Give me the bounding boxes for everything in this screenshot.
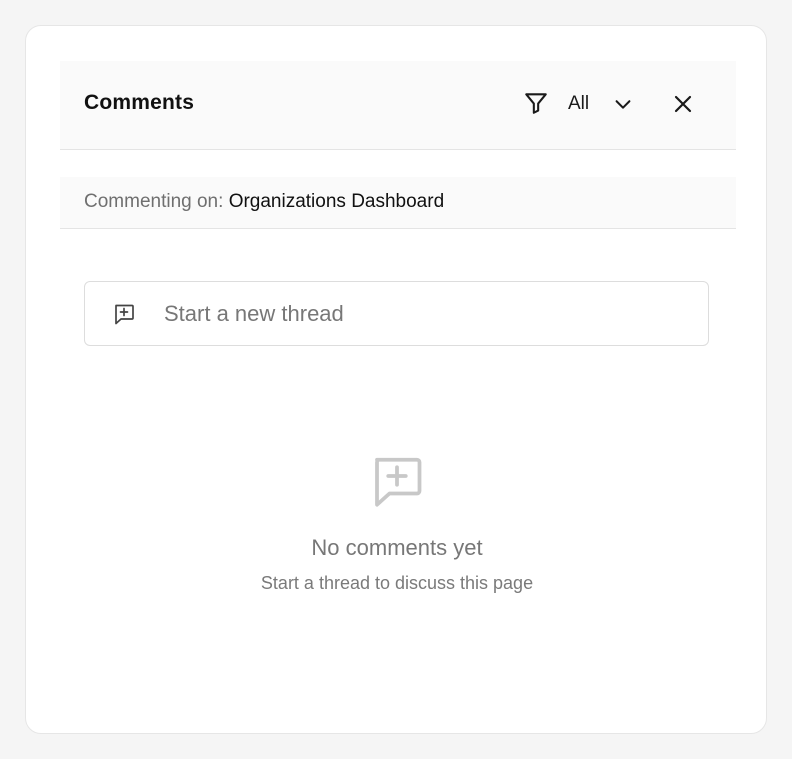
context-label: Commenting on:: [84, 191, 229, 212]
new-thread-input[interactable]: Start a new thread: [84, 281, 709, 346]
comments-header: Comments All: [60, 61, 736, 150]
close-x-icon[interactable]: [671, 92, 695, 116]
commenting-context-bar: Commenting on: Organizations Dashboard: [60, 177, 736, 229]
commenting-context: Commenting on: Organizations Dashboard: [84, 191, 444, 213]
empty-state: No comments yet Start a thread to discus…: [26, 451, 768, 594]
filter-funnel-icon[interactable]: [523, 90, 549, 116]
empty-state-subtitle: Start a thread to discuss this page: [260, 573, 534, 593]
empty-state-title: No comments yet: [311, 535, 483, 560]
context-target: Organizations Dashboard: [228, 191, 445, 212]
message-plus-icon: [112, 302, 136, 326]
chevron-down-icon[interactable]: [612, 93, 634, 115]
message-plus-icon: [367, 451, 427, 511]
comments-panel: Comments All Commenting on: Organization…: [25, 25, 767, 734]
filter-select-value[interactable]: All: [568, 93, 589, 115]
panel-title: Comments: [84, 91, 195, 114]
new-thread-placeholder: Start a new thread: [164, 301, 344, 326]
